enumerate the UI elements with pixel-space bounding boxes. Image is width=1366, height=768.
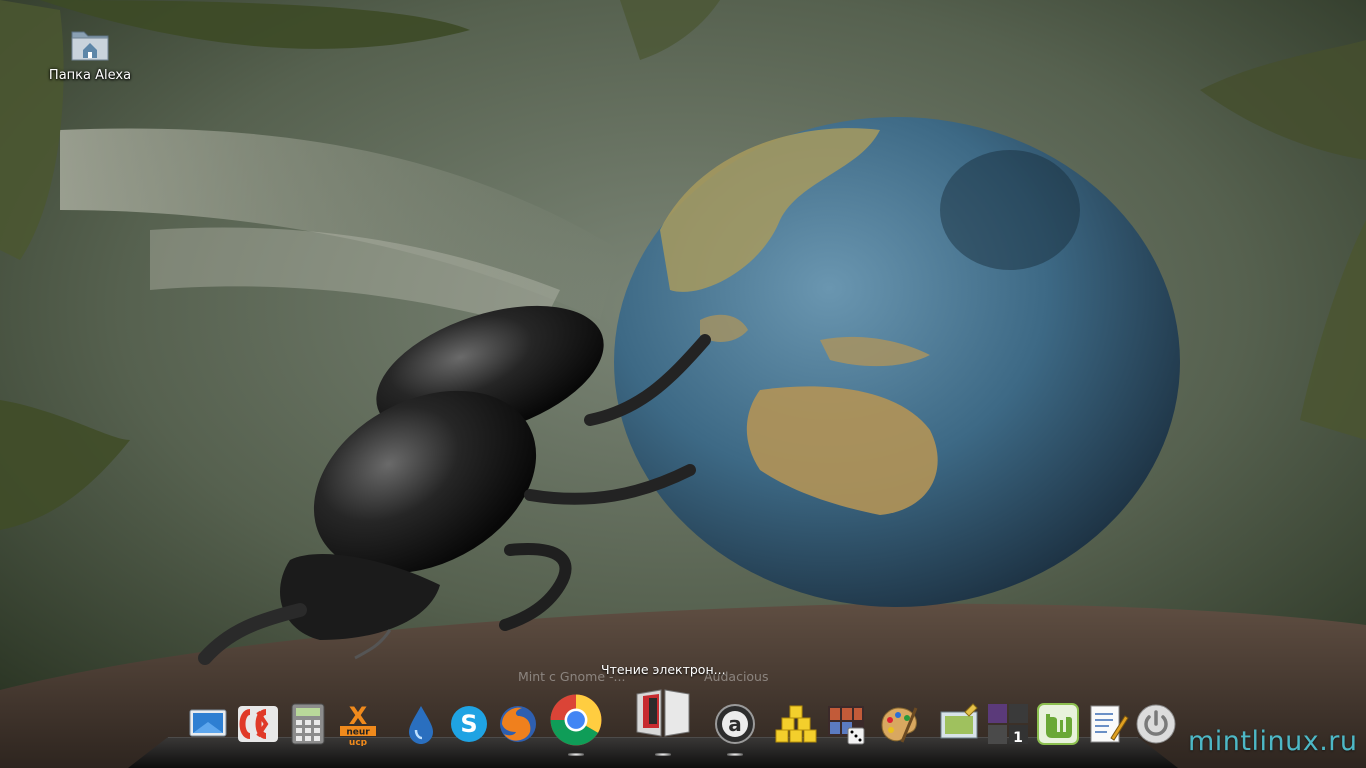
desktop-wallpaper xyxy=(0,0,1366,768)
audacious-icon: a xyxy=(715,704,755,744)
text-editor-icon xyxy=(1090,705,1129,743)
dock-item-show-desktop[interactable] xyxy=(186,702,230,746)
dock-item-mint-menu[interactable] xyxy=(1036,702,1080,746)
workspace-switcher-icon: 1 xyxy=(988,704,1028,746)
svg-text:ucp: ucp xyxy=(349,738,368,746)
mahjongg-icon xyxy=(775,705,817,743)
svg-text:1: 1 xyxy=(1013,730,1023,746)
home-folder-icon xyxy=(71,31,109,61)
chrome-icon xyxy=(550,694,602,746)
dock-item-screenshot[interactable] xyxy=(937,702,981,746)
dock-item-text-editor[interactable] xyxy=(1085,702,1129,746)
desktop-icon-label: Папка Alexa xyxy=(48,68,132,83)
skype-icon: S xyxy=(451,706,487,742)
dock-item-audacious[interactable]: a xyxy=(713,702,757,746)
dock-item-mahjongg[interactable] xyxy=(774,702,818,746)
svg-text:X: X xyxy=(349,702,368,730)
dock-item-firefox[interactable] xyxy=(496,702,540,746)
calculator-icon xyxy=(291,703,325,745)
dock-item-calculator[interactable] xyxy=(286,702,330,746)
dock-item-double-commander[interactable] xyxy=(236,702,280,746)
linux-mint-icon xyxy=(1037,703,1079,745)
dock-item-gimp-palette[interactable] xyxy=(876,702,920,746)
running-indicator-chrome xyxy=(568,753,584,756)
dock-item-games[interactable] xyxy=(824,702,868,746)
running-indicator-ebook xyxy=(655,753,671,756)
dock-item-xneur[interactable]: X neur ucp xyxy=(336,702,380,746)
dock-item-deluge[interactable] xyxy=(399,702,443,746)
palette-icon xyxy=(881,707,918,743)
firefox-icon xyxy=(500,706,536,742)
running-indicator-audacious xyxy=(727,753,743,756)
games-icon xyxy=(828,706,865,745)
svg-text:a: a xyxy=(728,712,742,736)
site-watermark: mintlinux.ru xyxy=(1188,726,1358,757)
deluge-drop-icon xyxy=(409,706,433,744)
power-icon xyxy=(1136,704,1176,744)
dock-item-workspaces[interactable]: 1 xyxy=(986,702,1030,746)
dock-tooltip-active: Чтение электрон... xyxy=(601,662,726,677)
dock-item-shutdown[interactable] xyxy=(1134,702,1178,746)
dock-item-chrome[interactable] xyxy=(548,692,604,748)
svg-text:neur: neur xyxy=(346,728,370,738)
dock-item-skype[interactable]: S xyxy=(447,702,491,746)
desktop-folder-icon[interactable]: Папка Alexa xyxy=(40,22,140,83)
xneur-icon: X neur ucp xyxy=(340,702,376,746)
screenshot-icon xyxy=(940,703,978,739)
svg-text:S: S xyxy=(460,710,477,738)
ebook-reader-icon xyxy=(636,689,690,737)
desktop-icon xyxy=(189,709,227,737)
dock-item-ebook-reader[interactable] xyxy=(631,688,695,740)
double-commander-icon xyxy=(238,706,278,742)
